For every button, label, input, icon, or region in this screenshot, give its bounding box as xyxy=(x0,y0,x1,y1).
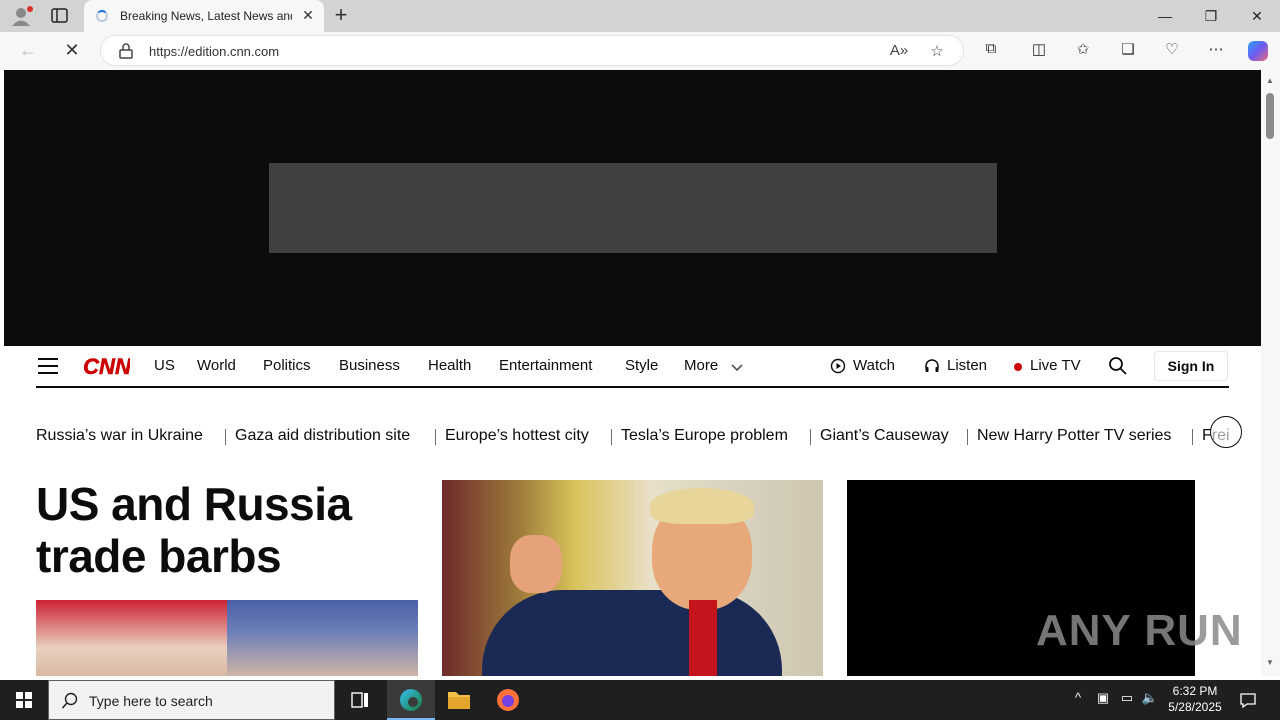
ad-banner-area xyxy=(4,70,1261,346)
play-circle-icon[interactable] xyxy=(830,358,846,374)
volume-icon[interactable]: 🔈 xyxy=(1140,690,1160,710)
trending-link[interactable]: Europe’s hottest city xyxy=(445,427,589,445)
trending-separator xyxy=(225,429,226,445)
sign-in-button[interactable]: Sign In xyxy=(1154,351,1228,381)
scroll-thumb[interactable] xyxy=(1266,93,1274,139)
nav-link-politics[interactable]: Politics xyxy=(263,357,311,374)
listen-link[interactable]: Listen xyxy=(947,357,987,374)
trending-link[interactable]: Russia’s war in Ukraine xyxy=(36,427,203,445)
firefox-icon[interactable] xyxy=(484,680,532,720)
nav-link-more[interactable]: More xyxy=(684,357,718,374)
profile-icon[interactable] xyxy=(10,5,34,27)
page-viewport: CNN US World Politics Business Health En… xyxy=(4,70,1261,676)
address-bar[interactable]: https://edition.cnn.com A» ☆ xyxy=(100,35,964,66)
browser-essentials-icon[interactable]: ♡ xyxy=(1161,40,1183,62)
live-dot-icon xyxy=(1014,363,1022,371)
image-half-right xyxy=(227,600,418,676)
windows-start-icon[interactable] xyxy=(0,680,48,720)
search-icon[interactable] xyxy=(1108,356,1128,376)
browser-tab-active[interactable]: Breaking News, Latest News and ✕ xyxy=(84,0,324,33)
anyrun-watermark: ANY RUN xyxy=(1036,606,1243,655)
extensions-icon[interactable]: ⧉ xyxy=(980,40,1002,62)
trending-separator xyxy=(435,429,436,445)
read-aloud-icon[interactable]: A» xyxy=(889,42,909,62)
new-tab-button[interactable]: + xyxy=(330,4,352,26)
trending-link[interactable]: New Harry Potter TV series xyxy=(977,427,1171,445)
loading-spinner-icon xyxy=(96,10,108,22)
headphones-icon[interactable] xyxy=(924,358,940,374)
image-fist xyxy=(510,535,562,593)
trending-bar: Russia’s war in Ukraine Gaza aid distrib… xyxy=(36,427,1229,449)
settings-more-icon[interactable]: ⋯ xyxy=(1205,40,1227,62)
scroll-up-icon[interactable]: ▲ xyxy=(1265,76,1275,85)
trending-scroll-button[interactable] xyxy=(1210,416,1242,448)
page-scrollbar[interactable]: ▲ ▼ xyxy=(1261,70,1280,676)
tab-title: Breaking News, Latest News and xyxy=(120,9,292,23)
collections-icon[interactable]: ❏ xyxy=(1117,40,1139,62)
image-half-left xyxy=(36,600,227,676)
favorites-icon[interactable]: ✩ xyxy=(1072,40,1094,62)
image-tie xyxy=(689,600,717,676)
search-icon xyxy=(61,692,79,710)
site-header-nav: CNN US World Politics Business Health En… xyxy=(4,346,1261,388)
taskbar-search-placeholder[interactable]: Type here to search xyxy=(89,693,213,709)
featured-story-image[interactable] xyxy=(442,480,823,676)
trending-separator xyxy=(1192,429,1193,445)
copilot-icon[interactable] xyxy=(1246,39,1270,63)
nav-link-health[interactable]: Health xyxy=(428,357,471,374)
split-screen-icon[interactable]: ◫ xyxy=(1028,40,1050,62)
clock-date: 5/28/2025 xyxy=(1168,700,1222,714)
tray-app-icon[interactable]: ▣ xyxy=(1093,690,1113,710)
lock-icon[interactable] xyxy=(119,43,133,59)
taskbar-search-box[interactable]: Type here to search xyxy=(48,680,335,720)
trending-separator xyxy=(967,429,968,445)
nav-link-us[interactable]: US xyxy=(154,357,175,374)
trending-separator xyxy=(810,429,811,445)
tab-actions-icon[interactable] xyxy=(50,7,70,25)
favorite-star-icon[interactable]: ☆ xyxy=(927,42,947,62)
window-close-icon[interactable]: ✕ xyxy=(1234,0,1280,32)
trending-link[interactable]: Giant’s Causeway xyxy=(820,427,949,445)
clock-time: 6:32 PM xyxy=(1172,684,1218,698)
nav-divider xyxy=(36,386,1229,388)
nav-link-business[interactable]: Business xyxy=(339,357,400,374)
lead-headline[interactable]: US and Russia trade barbs xyxy=(36,478,416,582)
minimize-icon[interactable]: — xyxy=(1142,0,1188,32)
lead-story-image[interactable] xyxy=(36,600,418,676)
ad-slot[interactable] xyxy=(269,163,997,253)
tray-chevron-up-icon[interactable]: ^ xyxy=(1068,690,1088,710)
network-icon[interactable]: ▭ xyxy=(1117,690,1137,710)
task-view-icon[interactable] xyxy=(336,680,384,720)
notifications-icon[interactable] xyxy=(1238,690,1258,710)
url-text[interactable]: https://edition.cnn.com xyxy=(149,44,279,59)
chevron-down-icon[interactable] xyxy=(730,360,744,372)
nav-link-style[interactable]: Style xyxy=(625,357,658,374)
watch-link[interactable]: Watch xyxy=(853,357,895,374)
image-hair xyxy=(650,488,754,524)
logo-text: CNN xyxy=(84,354,130,379)
taskbar-clock[interactable]: 6:32 PM 5/28/2025 xyxy=(1160,683,1230,717)
trending-link[interactable]: Tesla’s Europe problem xyxy=(621,427,788,445)
image-figure xyxy=(482,590,782,676)
cnn-logo[interactable]: CNN xyxy=(83,353,132,379)
taskbar: Type here to search ^ ▣ ▭ 🔈 6:32 PM 5/28… xyxy=(0,680,1280,720)
tab-close-icon[interactable]: ✕ xyxy=(300,7,316,25)
live-tv-link[interactable]: Live TV xyxy=(1030,357,1081,374)
tab-strip: Breaking News, Latest News and ✕ + — ❐ ✕ xyxy=(0,0,1280,33)
trending-link[interactable]: Gaza aid distribution site xyxy=(235,427,410,445)
edge-taskbar-icon[interactable] xyxy=(387,680,435,720)
trending-separator xyxy=(611,429,612,445)
file-explorer-icon[interactable] xyxy=(435,680,483,720)
nav-link-world[interactable]: World xyxy=(197,357,236,374)
browser-toolbar: ← ✕ https://edition.cnn.com A» ☆ ⧉ ◫ ✩ ❏… xyxy=(0,32,1280,70)
scroll-down-icon[interactable]: ▼ xyxy=(1265,658,1275,667)
stop-loading-icon[interactable]: ✕ xyxy=(60,40,84,62)
back-arrow-icon[interactable]: ← xyxy=(16,40,40,62)
nav-link-entertainment[interactable]: Entertainment xyxy=(499,357,592,374)
hamburger-menu-icon[interactable] xyxy=(38,358,58,374)
restore-icon[interactable]: ❐ xyxy=(1188,0,1234,32)
